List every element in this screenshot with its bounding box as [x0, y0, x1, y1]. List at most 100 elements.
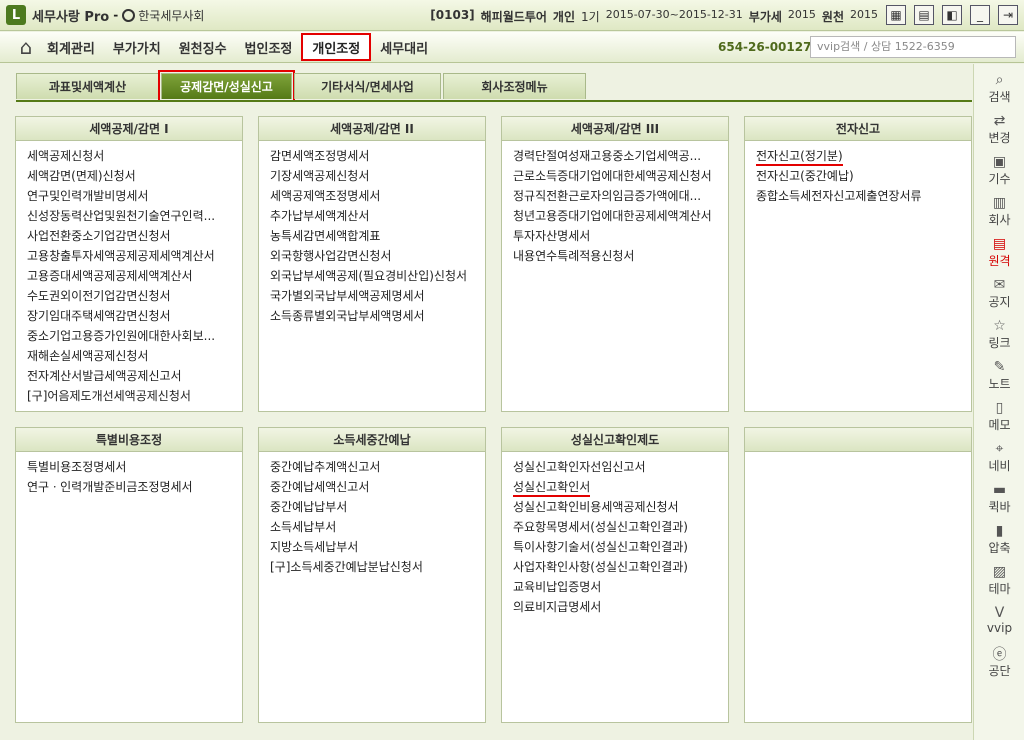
list-item[interactable]: 감면세액조정명세서	[270, 146, 485, 166]
calendar-icon: ▣	[992, 154, 1007, 170]
list-item[interactable]: 고용창출투자세액공제공제세액계산서	[27, 246, 242, 266]
tab-other-forms[interactable]: 기타서식/면세사업	[294, 73, 441, 99]
list-item[interactable]: 전자신고(중간예납)	[756, 166, 971, 186]
list-item[interactable]: 고용증대세액공제공제세액계산서	[27, 266, 242, 286]
tab-deduction-faithful-report[interactable]: 공제감면/성실신고	[158, 70, 295, 102]
list-item[interactable]: 내용연수특례적용신청서	[513, 246, 728, 266]
menu-personal-adjustment[interactable]: 개인조정	[301, 33, 372, 61]
tab-company-adjust-menu[interactable]: 회사조정메뉴	[443, 73, 586, 99]
panel-special-cost: 특별비용조정 특별비용조정명세서 연구ㆍ인력개발준비금조정명세서	[15, 427, 243, 723]
sidebar-item-change[interactable]: ⇄ 변경	[974, 113, 1024, 146]
list-item[interactable]: 특이사항기술서(성실신고확인결과)	[513, 537, 728, 557]
list-item[interactable]: 정규직전환근로자의임금증가액에대...	[513, 186, 728, 206]
list-item[interactable]: 경력단절여성재고용중소기업세액공...	[513, 146, 728, 166]
sidebar-item-label: 압축	[988, 541, 1011, 555]
theme-icon: ▨	[992, 564, 1007, 580]
sidebar-item-remote[interactable]: ▤ 원격	[974, 236, 1024, 269]
list-item-label: 전자신고(정기분)	[756, 149, 843, 166]
list-item-faithful-report-confirmation[interactable]: 성실신고확인서	[513, 477, 728, 497]
sidebar-item-label: 링크	[988, 336, 1011, 350]
sidebar-item-zip[interactable]: ▮ 압축	[974, 523, 1024, 556]
list-item[interactable]: 신성장동력산업및원천기술연구인력...	[27, 206, 242, 226]
list-item[interactable]: 청년고용증대기업에대한공제세액계산서	[513, 206, 728, 226]
menu-corporate-adjustment[interactable]: 법인조정	[236, 33, 302, 61]
list-item[interactable]: 장기임대주택세액감면신청서	[27, 306, 242, 326]
title-bar: L 세무사랑 Pro - 한국세무사회 [0103] 해피월드투어 개인 1기 …	[0, 0, 1024, 31]
menu-withholding[interactable]: 원천징수	[170, 33, 236, 61]
sidebar-item-theme[interactable]: ▨ 테마	[974, 564, 1024, 597]
sidebar-item-company[interactable]: ▥ 회사	[974, 195, 1024, 228]
list-item[interactable]: 중소기업고용증가인원에대한사회보...	[27, 326, 242, 346]
sidebar-item-memo[interactable]: ▯ 메모	[974, 400, 1024, 433]
sidebar-item-label: 메모	[988, 418, 1011, 432]
list-item-label: 성실신고확인서	[513, 480, 591, 497]
list-item[interactable]: 교육비납입증명서	[513, 577, 728, 597]
vvip-search-input[interactable]: vvip검색 / 상담 1522-6359	[810, 36, 1016, 58]
list-item[interactable]: 연구및인력개발비명세서	[27, 186, 242, 206]
business-number: 654-26-00127	[718, 40, 812, 54]
list-item[interactable]: 지방소득세납부서	[270, 537, 485, 557]
list-item-e-filing-regular[interactable]: 전자신고(정기분)	[756, 146, 971, 166]
sidebar-item-label: 기수	[988, 172, 1011, 186]
list-item[interactable]: 의료비지급명세서	[513, 597, 728, 617]
list-item[interactable]: 사업전환중소기업감면신청서	[27, 226, 242, 246]
sidebar-item-label: 공지	[988, 295, 1011, 309]
remote-icon: ▤	[992, 236, 1007, 252]
list-item[interactable]: 세액감면(면제)신청서	[27, 166, 242, 186]
sidebar-item-link[interactable]: ☆ 링크	[974, 318, 1024, 351]
list-item[interactable]: 세액공제신청서	[27, 146, 242, 166]
list-item[interactable]: 외국납부세액공제(필요경비산입)신청서	[270, 266, 485, 286]
list-item[interactable]: 국가별외국납부세액공제명세서	[270, 286, 485, 306]
sidebar-item-quickbar[interactable]: ▬ 퀵바	[974, 482, 1024, 515]
sidebar-item-search[interactable]: ⌕ 검색	[974, 72, 1024, 105]
tab-tax-base-calc[interactable]: 과표및세액계산	[16, 73, 159, 99]
panel-title: 세액공제/감면 II	[259, 117, 485, 141]
list-item[interactable]: 투자자산명세서	[513, 226, 728, 246]
main-menu-bar: ⌂ 회계관리 부가가치 원천징수 법인조정 개인조정 세무대리 654-26-0…	[0, 32, 1024, 63]
company-info: [0103] 해피월드투어 개인 1기 2015-07-30~2015-12-3…	[430, 8, 878, 25]
company-type: 개인	[552, 10, 576, 24]
list-item[interactable]: [구]소득세중간예납분납신청서	[270, 557, 485, 577]
list-item[interactable]: 주요항목명세서(성실신고확인결과)	[513, 517, 728, 537]
sidebar-item-navi[interactable]: ⌖ 네비	[974, 441, 1024, 474]
home-icon[interactable]: ⌂	[14, 35, 38, 59]
list-item[interactable]: 외국항행사업감면신청서	[270, 246, 485, 266]
list-item[interactable]: 중간예납납부서	[270, 497, 485, 517]
sidebar-item-agency[interactable]: ⓔ 공단	[974, 646, 1024, 679]
list-item[interactable]: 근로소득증대기업에대한세액공제신청서	[513, 166, 728, 186]
grid-icon[interactable]: ▦	[886, 5, 906, 25]
list-item[interactable]: 중간예납추계액신고서	[270, 457, 485, 477]
minimize-icon[interactable]: _	[970, 5, 990, 25]
list-item[interactable]: 연구ㆍ인력개발준비금조정명세서	[27, 477, 242, 497]
list-item[interactable]: 소득세납부서	[270, 517, 485, 537]
star-icon: ☆	[993, 318, 1006, 334]
note-icon: ✎	[993, 359, 1006, 375]
list-item[interactable]: 중간예납세액신고서	[270, 477, 485, 497]
sidebar-item-vvip[interactable]: V vvip	[974, 605, 1024, 635]
list-item[interactable]: 세액공제액조정명세서	[270, 186, 485, 206]
exit-icon[interactable]: ⇥	[998, 5, 1018, 25]
panel-e-filing: 전자신고 전자신고(정기분) 전자신고(중간예납) 종합소득세전자신고제출연장서…	[744, 116, 972, 412]
list-item[interactable]: 수도권외이전기업감면신청서	[27, 286, 242, 306]
list-item[interactable]: 전자계산서발급세액공제신고서	[27, 366, 242, 386]
list-item[interactable]: 재해손실세액공제신청서	[27, 346, 242, 366]
sidebar-item-period[interactable]: ▣ 기수	[974, 154, 1024, 187]
list-item[interactable]: [구]어음제도개선세액공제신청서	[27, 386, 242, 406]
list-item[interactable]: 성실신고확인비용세액공제신청서	[513, 497, 728, 517]
list-item[interactable]: 종합소득세전자신고제출연장서류	[756, 186, 971, 206]
menu-tax-agency[interactable]: 세무대리	[371, 33, 437, 61]
sidebar-item-notice[interactable]: ✉ 공지	[974, 277, 1024, 310]
list-item[interactable]: 성실신고확인자선임신고서	[513, 457, 728, 477]
list-item[interactable]: 소득종류별외국납부세액명세서	[270, 306, 485, 326]
menu-accounting[interactable]: 회계관리	[38, 33, 104, 61]
list-item[interactable]: 추가납부세액계산서	[270, 206, 485, 226]
list-item[interactable]: 특별비용조정명세서	[27, 457, 242, 477]
menu-vat[interactable]: 부가가치	[104, 33, 170, 61]
vat-year: 2015	[787, 8, 816, 21]
list-item[interactable]: 기장세액공제신청서	[270, 166, 485, 186]
sidebar-item-note[interactable]: ✎ 노트	[974, 359, 1024, 392]
window-icon[interactable]: ◧	[942, 5, 962, 25]
calculator-icon[interactable]: ▤	[914, 5, 934, 25]
list-item[interactable]: 사업자확인사항(성실신고확인결과)	[513, 557, 728, 577]
list-item[interactable]: 농특세감면세액합계표	[270, 226, 485, 246]
